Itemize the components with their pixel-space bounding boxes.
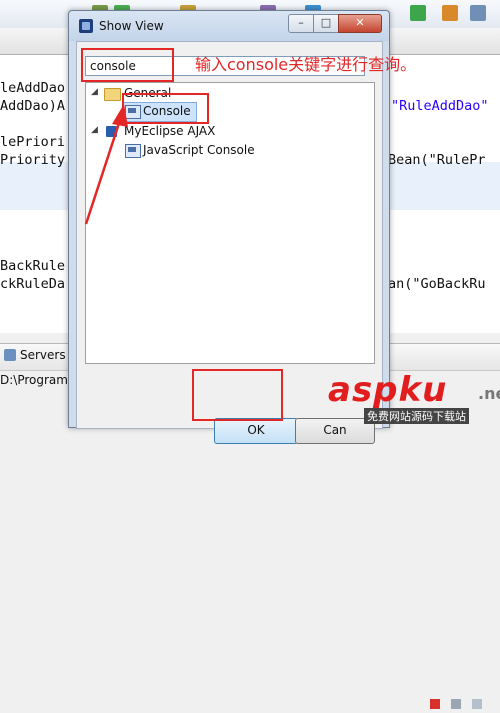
- watermark: aspku .net 免费网站源码下载站: [328, 368, 500, 426]
- annotation-arrow: [84, 104, 128, 225]
- stop-icon[interactable]: [430, 699, 440, 709]
- watermark-subtitle: 免费网站源码下载站: [364, 408, 469, 424]
- watermark-logo: aspku: [328, 370, 448, 410]
- watermark-dot: .net: [478, 384, 500, 403]
- remove-icon[interactable]: [451, 699, 462, 709]
- clear-icon[interactable]: [472, 699, 483, 709]
- panel-actions: [430, 694, 488, 713]
